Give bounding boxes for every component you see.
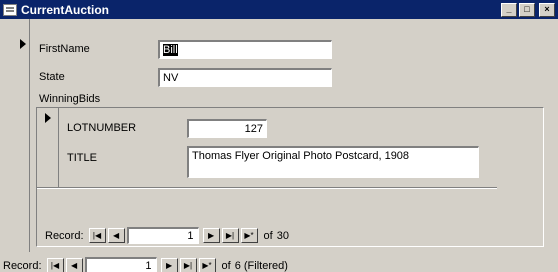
first-record-icon[interactable]: |◀ [46, 258, 64, 272]
lot-number-label: LOTNUMBER [67, 122, 137, 134]
main-record-total: 6 (Filtered) [234, 259, 288, 272]
new-record-icon[interactable]: ▶* [198, 258, 216, 272]
lot-number-value: 127 [244, 123, 263, 135]
winning-bids-subform: LOTNUMBER 127 TITLE Thomas Flyer Origina… [36, 107, 544, 247]
main-record-selector[interactable] [18, 19, 30, 252]
state-label: State [39, 71, 65, 83]
maximize-icon[interactable]: □ [519, 2, 535, 17]
title-field[interactable]: Thomas Flyer Original Photo Postcard, 19… [187, 146, 479, 178]
main-record-number-input[interactable]: 1 [84, 257, 157, 272]
title-value: Thomas Flyer Original Photo Postcard, 19… [192, 150, 410, 162]
title-bar[interactable]: CurrentAuction _ □ × [0, 0, 558, 19]
subform-record-total: 30 [276, 229, 289, 242]
main-record-of-label: of [221, 259, 231, 272]
subform-record-selector[interactable] [37, 108, 59, 188]
new-record-icon[interactable]: ▶* [240, 228, 258, 243]
title-label: TITLE [67, 152, 97, 164]
next-record-icon[interactable]: ▶ [160, 258, 178, 272]
winning-bids-label: WinningBids [39, 93, 101, 105]
previous-record-icon[interactable]: ◀ [65, 258, 83, 272]
last-record-icon[interactable]: ▶| [179, 258, 197, 272]
subform-record-label: Record: [45, 229, 84, 242]
last-record-icon[interactable]: ▶| [221, 228, 239, 243]
state-value: NV [163, 72, 179, 84]
close-icon[interactable]: × [539, 2, 555, 17]
first-name-value: Bill [163, 44, 178, 56]
main-navigation-bar: Record: |◀ ◀ 1 ▶ ▶| ▶* of 6 (Filtered) [3, 257, 288, 272]
first-record-icon[interactable]: |◀ [88, 228, 106, 243]
next-record-icon[interactable]: ▶ [202, 228, 220, 243]
main-record-label: Record: [3, 259, 42, 272]
record-selector-arrow-icon [20, 39, 26, 49]
subform-navigation-bar: Record: |◀ ◀ 1 ▶ ▶| ▶* of 30 [45, 227, 289, 244]
form-icon [3, 3, 17, 16]
lot-number-field[interactable]: 127 [187, 119, 267, 138]
first-name-field[interactable]: Bill [158, 40, 332, 59]
state-field[interactable]: NV [158, 68, 332, 87]
subform-selector-arrow-icon [45, 113, 51, 123]
subform-divider [37, 187, 497, 189]
previous-record-icon[interactable]: ◀ [107, 228, 125, 243]
minimize-icon[interactable]: _ [501, 2, 517, 17]
subform-record-number-input[interactable]: 1 [126, 227, 199, 244]
subform-record-of-label: of [263, 229, 273, 242]
first-name-label: FirstName [39, 43, 90, 55]
current-auction-window: CurrentAuction _ □ × FirstName Bill Stat… [0, 0, 558, 272]
window-title: CurrentAuction [21, 2, 109, 17]
